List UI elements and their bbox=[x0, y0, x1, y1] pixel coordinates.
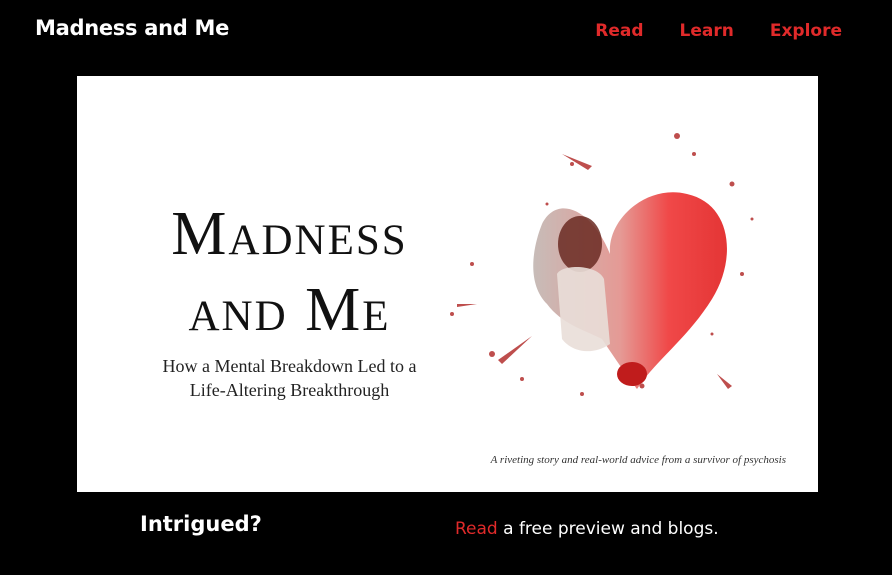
nav-learn[interactable]: Learn bbox=[680, 21, 734, 41]
hero-banner-image: Madness and Me How a Mental Breakdown Le… bbox=[77, 76, 818, 492]
intrigued-heading: Intrigued? bbox=[140, 512, 262, 536]
nav-read[interactable]: Read bbox=[595, 21, 643, 41]
nav-explore[interactable]: Explore bbox=[770, 21, 842, 41]
read-preview-link[interactable]: Read bbox=[455, 519, 498, 539]
heart-splatter-illustration bbox=[450, 133, 754, 396]
main-nav: Read Learn Explore bbox=[595, 21, 842, 41]
preview-text: a free preview and blogs. bbox=[497, 519, 719, 539]
preview-call-to-action: Read a free preview and blogs. bbox=[455, 519, 719, 539]
site-title[interactable]: Madness and Me bbox=[35, 16, 229, 40]
book-subtitle: How a Mental Breakdown Led to a Life-Alt… bbox=[162, 356, 417, 400]
book-title: Madness and Me bbox=[171, 200, 408, 344]
tagline: A riveting story and real-world advice f… bbox=[490, 454, 786, 466]
